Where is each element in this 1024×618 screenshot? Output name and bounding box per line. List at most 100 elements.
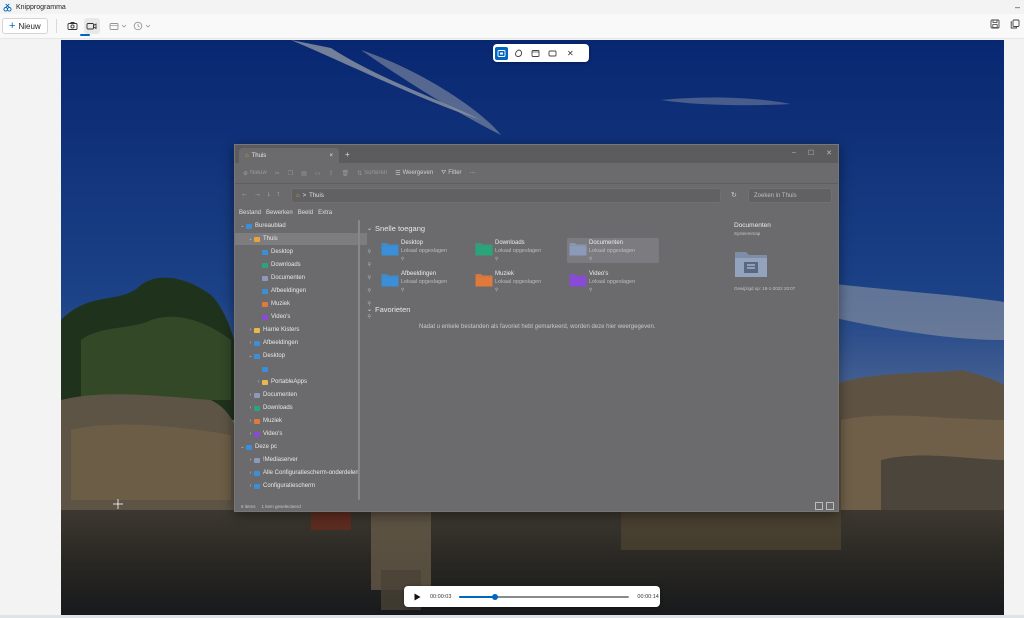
chevron-right-icon[interactable]: › [247, 327, 254, 333]
delete-button[interactable]: 🗑 [342, 170, 350, 177]
shape-dropdown[interactable] [109, 22, 127, 31]
nav-item[interactable]: › Downloads [235, 402, 367, 414]
view-button[interactable]: ☰ Weergeven [395, 170, 433, 177]
address-bar[interactable]: ⌂ > Thuis [291, 188, 721, 203]
nav-item-label: !Mediaserver [263, 457, 298, 463]
forward-button[interactable]: → [254, 191, 261, 198]
nav-item[interactable]: › Configuratiescherm [235, 480, 367, 492]
nav-item[interactable]: Afbeeldingen ⚲ [235, 285, 375, 297]
rectangle-mode-button[interactable] [495, 46, 508, 60]
explorer-tab-thuis[interactable]: ⌂ Thuis × [239, 148, 339, 163]
chevron-right-icon[interactable]: › [247, 431, 254, 437]
chevron-right-icon[interactable]: › [247, 340, 254, 346]
nav-item[interactable]: Video's ⚲ [235, 311, 375, 323]
nav-item[interactable]: › Alle Configuratiescherm-onderdelen [235, 467, 367, 479]
rename-button[interactable]: ▭ [315, 170, 321, 177]
freeform-mode-button[interactable] [512, 47, 525, 60]
screenshot-mode-button[interactable] [65, 18, 81, 34]
delay-dropdown[interactable] [133, 21, 151, 31]
nav-item[interactable]: › Afbeeldingen [235, 337, 367, 349]
share-button[interactable]: ⇪ [328, 170, 333, 177]
menu-bestand[interactable]: Bestand [239, 210, 261, 216]
tiles-view-button[interactable] [826, 502, 834, 510]
nav-item[interactable]: Downloads ⚲ [235, 259, 375, 271]
copy-button[interactable]: ❐ [288, 170, 293, 177]
nav-item[interactable]: › Harrie Kisters [235, 324, 367, 336]
close-window-button[interactable]: ✕ [826, 149, 832, 157]
save-icon[interactable] [990, 19, 1000, 29]
refresh-button[interactable]: ↻ [731, 191, 737, 199]
recent-button[interactable]: ↓ [267, 191, 271, 198]
maximize-window-button[interactable]: ☐ [808, 149, 814, 157]
menu-bewerken[interactable]: Bewerken [266, 210, 293, 216]
quick-access-tile[interactable]: Afbeeldingen Lokaal opgeslagen ⚲ [379, 269, 471, 294]
quick-access-heading[interactable]: ⌄ Snelle toegang [367, 224, 425, 233]
menu-beeld[interactable]: Beeld [298, 210, 313, 216]
seek-slider[interactable] [459, 593, 630, 600]
music-folder-icon [475, 274, 493, 287]
nav-item[interactable] [235, 363, 375, 375]
chevron-down-icon[interactable]: ⌄ [247, 236, 254, 242]
quick-access-tile[interactable]: Muziek Lokaal opgeslagen ⚲ [473, 269, 565, 294]
chevron-down-icon[interactable]: ⌄ [247, 353, 254, 359]
chevron-right-icon[interactable]: › [247, 418, 254, 424]
sort-button[interactable]: ⇅ Sorteren [357, 170, 387, 177]
quick-access-tile[interactable]: Desktop Lokaal opgeslagen ⚲ [379, 238, 471, 263]
chevron-right-icon[interactable]: › [247, 392, 254, 398]
tab-close-button[interactable]: × [329, 153, 333, 159]
nav-item[interactable]: › Documenten [235, 389, 367, 401]
chevron-right-icon[interactable]: › [247, 470, 254, 476]
nav-item[interactable]: ⌄ Desktop [235, 350, 367, 362]
chevron-right-icon[interactable]: › [247, 483, 254, 489]
nav-item[interactable]: › Video's [235, 428, 367, 440]
nav-item[interactable]: ⌄ Bureaublad [235, 220, 359, 232]
quick-access-tile[interactable]: Documenten Lokaal opgeslagen ⚲ [567, 238, 659, 263]
camera-icon [67, 22, 78, 30]
current-time: 00:00:03 [430, 593, 452, 600]
chevron-right-icon[interactable]: › [247, 457, 254, 463]
fullscreen-mode-button[interactable] [546, 47, 559, 60]
up-button[interactable]: ↑ [277, 191, 281, 198]
nav-item[interactable]: Documenten ⚲ [235, 272, 375, 284]
video-mode-button[interactable] [83, 18, 100, 34]
nav-item[interactable]: ⌄ Deze pc [235, 441, 359, 453]
nav-item[interactable]: Desktop ⚲ [235, 246, 375, 258]
play-button[interactable] [412, 592, 422, 602]
close-capture-button[interactable]: ✕ [567, 49, 574, 58]
nav-item[interactable]: ⌄ Thuis [235, 233, 367, 245]
menu-extra[interactable]: Extra [318, 210, 332, 216]
cut-button[interactable]: ✂ [275, 170, 280, 177]
quick-access-tile[interactable]: Downloads Lokaal opgeslagen ⚲ [473, 238, 565, 263]
filter-button[interactable]: ⛛ Filter [441, 170, 461, 177]
minimize-window-button[interactable]: – [792, 149, 796, 157]
nav-item[interactable]: Muziek ⚲ [235, 298, 375, 310]
quick-access-tile[interactable]: Video's Lokaal opgeslagen ⚲ [567, 269, 659, 294]
window-mode-button[interactable] [529, 47, 542, 60]
chevron-down-icon[interactable]: ⌄ [239, 223, 246, 229]
window-controls: – ☐ ✕ [792, 149, 832, 157]
more-label: ··· [469, 170, 476, 176]
chevron-right-icon[interactable]: › [255, 379, 262, 385]
chevron-down-icon[interactable]: ⌄ [239, 444, 246, 450]
copy-icon[interactable] [1010, 19, 1020, 29]
new-button[interactable]: + Nieuw [2, 18, 48, 34]
back-button[interactable]: ← [241, 191, 248, 198]
more-options-button[interactable]: ··· [470, 170, 476, 176]
chevron-right-icon[interactable]: › [247, 405, 254, 411]
favorites-heading[interactable]: ⌄ Favorieten [367, 305, 410, 314]
folder-icon [254, 457, 260, 463]
minimize-button[interactable]: – [1015, 2, 1020, 12]
nav-item[interactable]: › Muziek [235, 415, 367, 427]
nav-item-label: Afbeeldingen [271, 288, 307, 294]
seek-handle[interactable] [492, 593, 499, 600]
address-path: Thuis [309, 192, 324, 199]
search-input[interactable]: Zoeken in Thuis [748, 188, 832, 203]
new-tab-button[interactable]: + [345, 150, 350, 159]
nav-scrollbar[interactable] [358, 220, 360, 500]
nav-item[interactable]: › PortableApps [235, 376, 375, 388]
details-view-button[interactable] [815, 502, 823, 510]
pin-icon: ⚲ [589, 287, 593, 292]
nav-item[interactable]: › !Mediaserver [235, 454, 367, 466]
new-item-button[interactable]: ⊕ Nieuw [243, 170, 267, 177]
paste-button[interactable]: ▤ [301, 170, 307, 177]
